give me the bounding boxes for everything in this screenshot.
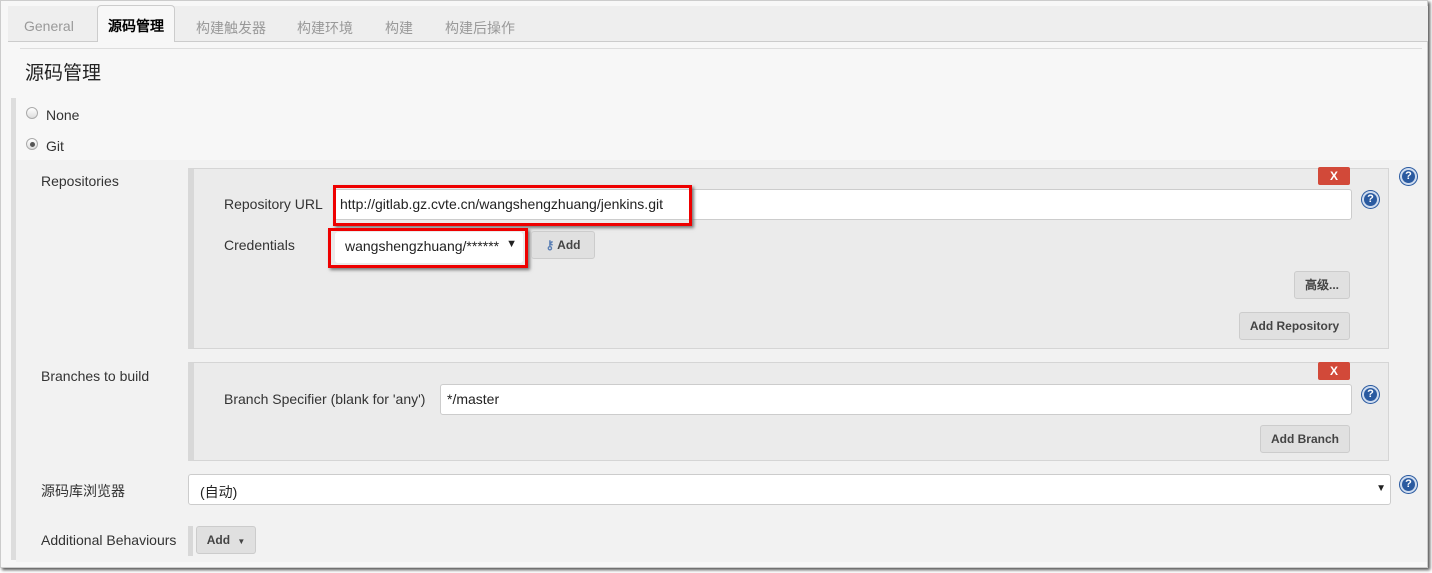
page-title: 源码管理 [25,62,102,84]
section-bar [188,526,193,556]
highlight-box [333,185,692,226]
radio-git[interactable] [26,138,38,150]
credentials-label: Credentials [224,237,295,253]
tab-build[interactable]: 构建 [385,18,413,38]
branch-specifier-input[interactable]: */master [440,384,1352,415]
browser-label: 源码库浏览器 [41,483,125,499]
branch-specifier-label: Branch Specifier (blank for 'any') [224,391,426,407]
help-icon[interactable]: ? [1400,168,1417,185]
tab-triggers[interactable]: 构建触发器 [196,18,266,38]
tab-bar: General 源码管理 构建触发器 构建环境 构建 构建后操作 [8,5,1428,42]
additional-behaviours-label: Additional Behaviours [41,532,177,548]
divider [20,48,1422,49]
key-icon: ⚷ [545,238,555,252]
add-behaviour-button[interactable]: Add ▼ [196,526,256,554]
branches-label: Branches to build [41,368,150,384]
delete-branch-button[interactable]: X [1318,362,1350,380]
highlight-box [328,228,528,268]
add-repository-button[interactable]: Add Repository [1239,312,1350,340]
add-branch-button[interactable]: Add Branch [1260,425,1350,453]
tab-post-build[interactable]: 构建后操作 [445,18,515,38]
browser-select[interactable]: (自动) ▼ [188,474,1391,505]
tab-environment[interactable]: 构建环境 [297,18,353,38]
radio-git-label[interactable]: Git [46,138,64,154]
help-icon[interactable]: ? [1400,476,1417,493]
help-icon[interactable]: ? [1362,386,1379,403]
radio-none[interactable] [26,107,38,119]
browser-value: (自动) [200,484,238,500]
repository-url-label: Repository URL [224,196,323,212]
add-credentials-button[interactable]: ⚷ Add [531,231,595,259]
repositories-label: Repositories [41,173,119,189]
advanced-button[interactable]: 高级... [1294,271,1350,299]
help-icon[interactable]: ? [1362,191,1379,208]
tab-general[interactable]: General [24,18,74,34]
delete-repository-button[interactable]: X [1318,167,1350,185]
caret-down-icon: ▼ [237,537,246,546]
radio-none-label[interactable]: None [46,107,79,123]
tab-scm[interactable]: 源码管理 [97,5,175,42]
dropdown-arrow-icon: ▼ [1376,483,1386,494]
